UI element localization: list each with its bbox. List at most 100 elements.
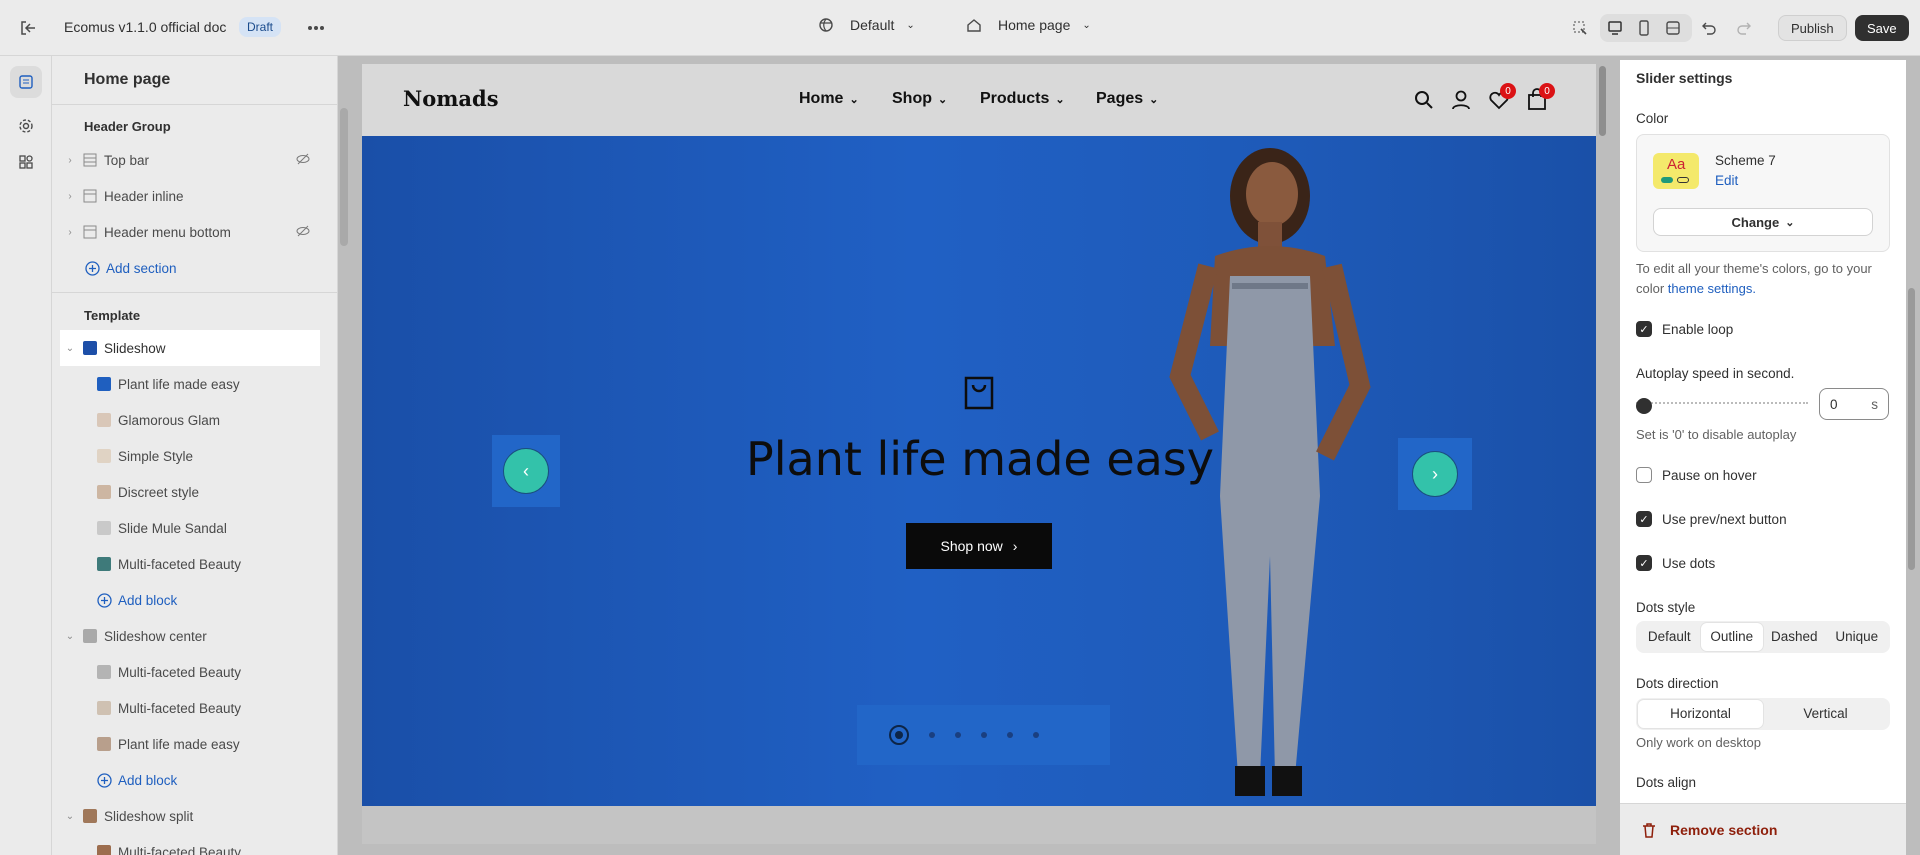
change-scheme-button[interactable]: Change ⌄: [1653, 208, 1873, 236]
slide-dot[interactable]: [981, 732, 987, 738]
block-item[interactable]: Multi-faceted Beauty: [60, 654, 320, 690]
block-item[interactable]: Simple Style: [60, 438, 320, 474]
nav-shop[interactable]: Shop ⌄: [892, 90, 947, 108]
use-prev-next-checkbox[interactable]: ✓ Use prev/next button: [1636, 511, 1787, 527]
sidebar-item-header-inline[interactable]: › Header inline: [60, 178, 320, 214]
pause-on-hover-checkbox[interactable]: Pause on hover: [1636, 467, 1757, 483]
shop-now-button[interactable]: Shop now ›: [906, 523, 1052, 569]
eye-off-icon[interactable]: [296, 224, 310, 241]
block-thumb-icon: [96, 556, 112, 572]
fullscreen-icon[interactable]: [1661, 16, 1685, 40]
panel-scrollbar[interactable]: [1908, 288, 1915, 570]
sidebar-item-header-menu-bottom[interactable]: › Header menu bottom: [60, 214, 320, 250]
save-button[interactable]: Save: [1855, 15, 1909, 41]
chevron-right-icon: ›: [68, 226, 72, 238]
slide-dot[interactable]: [955, 732, 961, 738]
mobile-icon[interactable]: [1632, 16, 1656, 40]
slide-dots: [857, 705, 1110, 765]
dots-style-outline[interactable]: Outline: [1700, 623, 1763, 651]
search-icon[interactable]: [1414, 90, 1434, 113]
apps-icon[interactable]: [10, 146, 42, 178]
dots-style-label: Dots style: [1636, 600, 1696, 615]
dots-direction-horizontal[interactable]: Horizontal: [1638, 700, 1763, 728]
scheme-edit-link[interactable]: Edit: [1715, 173, 1738, 188]
account-icon[interactable]: [1451, 89, 1471, 114]
theme-settings-link[interactable]: theme settings.: [1668, 281, 1756, 296]
panel-title: Slider settings: [1636, 70, 1733, 86]
slide-dot-active[interactable]: [889, 725, 909, 745]
store-logo[interactable]: Nomads: [403, 86, 499, 111]
chevron-right-icon: ›: [68, 190, 72, 202]
sidebar-item-label: Slideshow center: [104, 628, 207, 644]
remove-section-label: Remove section: [1670, 821, 1778, 838]
block-item[interactable]: Discreet style: [60, 474, 320, 510]
block-item[interactable]: Multi-faceted Beauty: [60, 690, 320, 726]
swatch-pill: [1661, 177, 1673, 183]
block-item[interactable]: Multi-faceted Beauty: [60, 546, 320, 582]
add-block-button[interactable]: Add block: [60, 582, 320, 618]
redo-icon[interactable]: [1732, 16, 1756, 40]
prev-slide-button[interactable]: ‹: [492, 435, 560, 507]
checkbox-box: [1636, 467, 1652, 483]
dots-direction-segmented: Horizontal Vertical: [1636, 698, 1890, 730]
plus-circle-icon: [96, 772, 112, 788]
block-thumb-icon: [96, 412, 112, 428]
settings-gear-icon[interactable]: [10, 110, 42, 142]
nav-pages[interactable]: Pages ⌄: [1096, 90, 1158, 108]
chevron-left-icon: ‹: [503, 448, 549, 494]
block-label: Multi-faceted Beauty: [118, 556, 242, 572]
sidebar-item-top-bar[interactable]: › Top bar: [60, 142, 320, 178]
section-icon: [82, 152, 98, 168]
next-slide-button[interactable]: ›: [1398, 438, 1472, 510]
theme-selector-label: Default: [850, 17, 895, 33]
checkmark-icon: ✓: [1636, 511, 1652, 527]
block-item[interactable]: Multi-faceted Beauty: [60, 834, 320, 855]
template-label: Template: [84, 308, 141, 323]
dots-style-dashed[interactable]: Dashed: [1763, 623, 1826, 651]
eye-off-icon[interactable]: [296, 152, 310, 169]
input-unit: s: [1871, 396, 1878, 412]
desktop-icon[interactable]: [1603, 16, 1627, 40]
theme-selector[interactable]: Default ⌄: [818, 17, 915, 33]
color-label: Color: [1636, 111, 1669, 126]
sections-icon[interactable]: [10, 66, 42, 98]
trash-icon: [1643, 822, 1655, 838]
block-item[interactable]: Glamorous Glam: [60, 402, 320, 438]
block-thumb-icon: [96, 664, 112, 680]
block-thumb-icon: [96, 484, 112, 500]
use-dots-checkbox[interactable]: ✓ Use dots: [1636, 555, 1715, 571]
sidebar-item-slideshow-center[interactable]: ⌄ Slideshow center: [60, 618, 320, 654]
block-item[interactable]: Plant life made easy: [60, 366, 320, 402]
sidebar-item-slideshow[interactable]: ⌄ Slideshow: [60, 330, 320, 366]
dots-style-default[interactable]: Default: [1638, 623, 1701, 651]
add-block-button[interactable]: Add block: [60, 762, 320, 798]
dots-style-unique[interactable]: Unique: [1826, 623, 1889, 651]
enable-loop-checkbox[interactable]: ✓ Enable loop: [1636, 321, 1733, 337]
page-selector[interactable]: Home page ⌄: [966, 17, 1091, 33]
publish-button[interactable]: Publish: [1778, 15, 1847, 41]
sidebar-scrollbar[interactable]: [340, 108, 348, 246]
block-thumb-icon: [96, 736, 112, 752]
nav-home[interactable]: Home ⌄: [799, 90, 859, 108]
sidebar-item-slideshow-split[interactable]: ⌄ Slideshow split: [60, 798, 320, 834]
inspector-icon[interactable]: [1568, 16, 1592, 40]
undo-icon[interactable]: [1697, 16, 1721, 40]
block-thumb-icon: [96, 844, 112, 855]
nav-products[interactable]: Products ⌄: [980, 90, 1065, 108]
more-icon[interactable]: [304, 16, 328, 40]
cart-count-badge: 0: [1539, 83, 1555, 99]
exit-icon[interactable]: [16, 16, 40, 40]
block-item[interactable]: Slide Mule Sandal: [60, 510, 320, 546]
add-section-button[interactable]: Add section: [60, 250, 320, 286]
preview-scrollbar[interactable]: [1599, 66, 1606, 136]
dots-direction-vertical[interactable]: Vertical: [1763, 700, 1888, 728]
checkmark-icon: ✓: [1636, 555, 1652, 571]
block-item[interactable]: Plant life made easy: [60, 726, 320, 762]
autoplay-speed-input[interactable]: 0 s: [1819, 388, 1889, 420]
autoplay-slider-track[interactable]: [1636, 402, 1808, 406]
remove-section-button[interactable]: Remove section: [1620, 803, 1906, 855]
slide-dot[interactable]: [1033, 732, 1039, 738]
autoplay-slider-handle[interactable]: [1636, 398, 1652, 414]
slide-dot[interactable]: [929, 732, 935, 738]
slide-dot[interactable]: [1007, 732, 1013, 738]
